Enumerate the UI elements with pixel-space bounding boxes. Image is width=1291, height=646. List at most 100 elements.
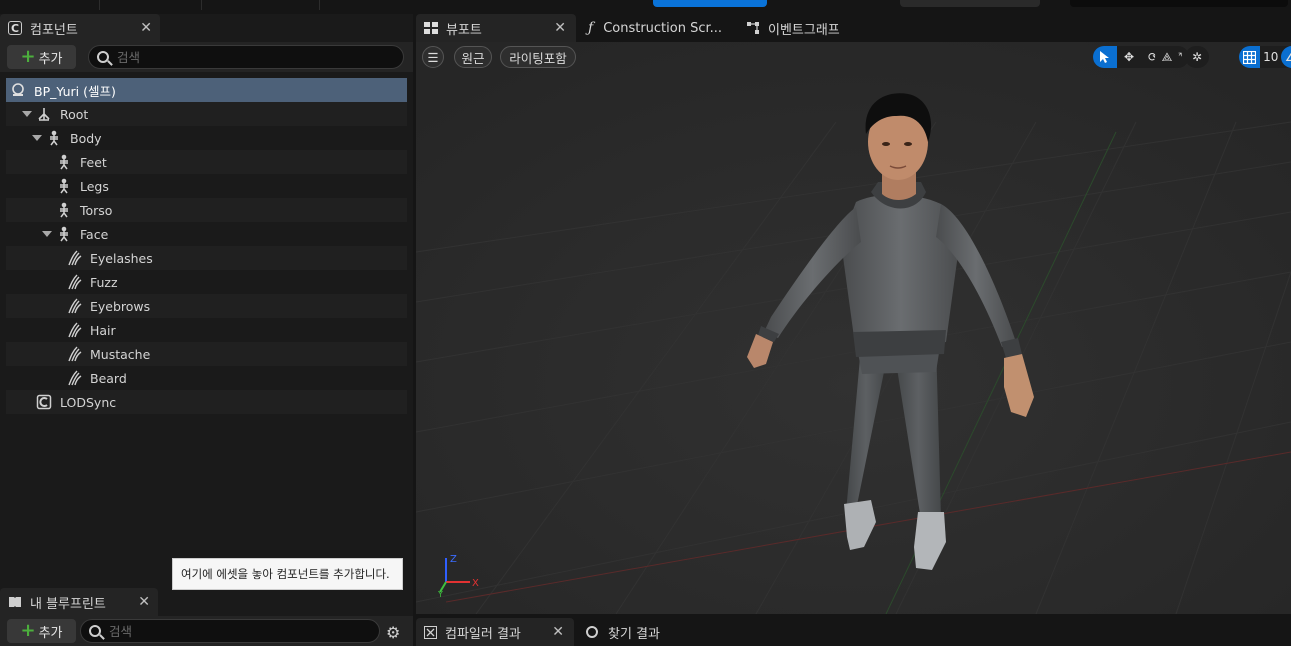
toolbar-search-box[interactable] bbox=[1070, 0, 1288, 7]
tree-item-legs[interactable]: Legs bbox=[6, 174, 407, 198]
tree-item-label: Fuzz bbox=[90, 274, 118, 290]
tree-item-eyebrows[interactable]: Eyebrows bbox=[6, 294, 407, 318]
move-icon[interactable]: ✥ bbox=[1117, 46, 1141, 68]
add-blueprint-item-button[interactable]: + 추가 bbox=[7, 619, 76, 643]
my-blueprint-toolbar: + 추가 ⚙ bbox=[0, 616, 413, 646]
groom-icon bbox=[66, 298, 82, 314]
toolbar-segment bbox=[100, 0, 202, 10]
my-blueprint-search[interactable] bbox=[80, 619, 380, 643]
search-icon bbox=[89, 625, 101, 637]
chevron-down-icon[interactable] bbox=[32, 135, 42, 141]
skeletal-mesh-icon bbox=[56, 154, 72, 170]
groom-icon bbox=[66, 370, 82, 386]
gear-icon[interactable]: ⚙ bbox=[386, 623, 400, 642]
viewport[interactable]: ☰ 원근 라이팅포함 ✥ ⟳ ⤢ ⟁ ✲ 10 ∠ Z X Y bbox=[416, 42, 1291, 614]
tree-item-label: Root bbox=[60, 106, 89, 122]
bottom-tab-bar: 컴파일러 결과 ✕ 찾기 결과 bbox=[416, 616, 1291, 646]
components-toolbar: + 추가 bbox=[0, 42, 413, 72]
my-blueprint-search-input[interactable] bbox=[109, 623, 369, 639]
close-icon[interactable]: ✕ bbox=[140, 20, 152, 36]
tab-compiler-results[interactable]: 컴파일러 결과 ✕ bbox=[416, 618, 574, 646]
skeletal-mesh-icon bbox=[56, 178, 72, 194]
skeletal-mesh-icon bbox=[46, 130, 62, 146]
chevron-down-icon[interactable] bbox=[42, 231, 52, 237]
tree-item-label: Eyebrows bbox=[90, 298, 151, 314]
tree-item-label: Beard bbox=[90, 370, 127, 386]
skeletal-mesh-icon bbox=[56, 226, 72, 242]
lighting-mode-button[interactable]: 라이팅포함 bbox=[500, 46, 576, 68]
groom-icon bbox=[66, 322, 82, 338]
grid-snap-value[interactable]: 10 bbox=[1260, 46, 1281, 68]
grid-snap-group: 10 ∠ bbox=[1239, 46, 1291, 68]
tree-item-label: Feet bbox=[80, 154, 107, 170]
tab-components[interactable]: C 컴포넌트 ✕ bbox=[0, 14, 160, 42]
add-component-button[interactable]: + 추가 bbox=[7, 45, 76, 69]
tab-find-results-label: 찾기 결과 bbox=[608, 626, 660, 642]
tree-item-label: LODSync bbox=[60, 394, 117, 410]
tree-item-hair[interactable]: Hair bbox=[6, 318, 407, 342]
tree-item-fuzz[interactable]: Fuzz bbox=[6, 270, 407, 294]
close-icon[interactable]: ✕ bbox=[138, 594, 150, 610]
blueprint-book-icon bbox=[8, 596, 22, 608]
axis-label-z: Z bbox=[450, 554, 457, 565]
event-graph-icon bbox=[746, 21, 760, 35]
tab-find-results[interactable]: 찾기 결과 bbox=[578, 618, 708, 646]
components-search[interactable] bbox=[88, 45, 404, 69]
tree-item-lodsync[interactable]: LODSync bbox=[6, 390, 407, 414]
viewport-scene bbox=[416, 42, 1291, 614]
drop-asset-tooltip: 여기에 에셋을 놓아 컴포넌트를 추가합니다. bbox=[172, 558, 403, 590]
plus-icon: + bbox=[20, 46, 36, 67]
compiler-results-icon bbox=[424, 625, 437, 639]
tree-item-face[interactable]: Face bbox=[6, 222, 407, 246]
close-icon[interactable]: ✕ bbox=[554, 20, 566, 36]
tab-construction-script-label: Construction Scr... bbox=[603, 20, 723, 36]
groom-icon bbox=[66, 250, 82, 266]
chevron-down-icon[interactable] bbox=[22, 111, 32, 117]
axis-gizmo: Z X Y bbox=[437, 554, 479, 598]
component-icon: C bbox=[8, 21, 22, 35]
groom-icon bbox=[66, 346, 82, 362]
tree-item-beard[interactable]: Beard bbox=[6, 366, 407, 390]
tab-compiler-results-label: 컴파일러 결과 bbox=[445, 626, 521, 642]
search-icon bbox=[586, 626, 598, 638]
tab-my-blueprint[interactable]: 내 블루프린트 ✕ bbox=[0, 588, 158, 616]
viewport-options-button[interactable]: ☰ bbox=[422, 46, 444, 68]
tree-item-torso[interactable]: Torso bbox=[6, 198, 407, 222]
platforms-button[interactable] bbox=[653, 0, 767, 7]
tab-event-graph[interactable]: 이벤트그래프 bbox=[738, 14, 898, 42]
groom-icon bbox=[66, 274, 82, 290]
tab-viewport-label: 뷰포트 bbox=[446, 22, 482, 38]
grid-snap-icon[interactable] bbox=[1239, 46, 1261, 68]
scene-root-icon bbox=[36, 106, 52, 122]
editor-tab-bar: 뷰포트 ✕ ƒ Construction Scr... 이벤트그래프 bbox=[416, 14, 1291, 42]
close-icon[interactable]: ✕ bbox=[552, 624, 564, 640]
main-toolbar-strip bbox=[0, 0, 1291, 12]
tree-item-feet[interactable]: Feet bbox=[6, 150, 407, 174]
tree-item-body[interactable]: Body bbox=[6, 126, 407, 150]
tree-item-bp-yuri[interactable]: BP_Yuri (셀프) bbox=[6, 78, 407, 102]
components-search-input[interactable] bbox=[117, 49, 377, 65]
tab-viewport[interactable]: 뷰포트 ✕ bbox=[416, 14, 576, 42]
surface-snap-icon[interactable]: ✲ bbox=[1185, 46, 1209, 68]
component-tree: BP_Yuri (셀프) Root Body Feet Legs Torso F… bbox=[6, 78, 407, 414]
component-icon bbox=[36, 394, 52, 410]
tree-item-label: Legs bbox=[80, 178, 109, 194]
tab-components-label: 컴포넌트 bbox=[30, 22, 78, 38]
tree-item-eyelashes[interactable]: Eyelashes bbox=[6, 246, 407, 270]
tab-construction-script[interactable]: ƒ Construction Scr... bbox=[580, 14, 740, 42]
coordinate-space-icon[interactable]: ⟁ bbox=[1155, 46, 1179, 68]
hamburger-icon: ☰ bbox=[427, 49, 439, 65]
toolbar-segment bbox=[202, 0, 320, 10]
function-icon: ƒ bbox=[588, 20, 594, 36]
tree-item-root[interactable]: Root bbox=[6, 102, 407, 126]
rotation-snap-icon[interactable]: ∠ bbox=[1281, 46, 1291, 68]
perspective-button[interactable]: 원근 bbox=[454, 46, 492, 68]
tree-item-label: Face bbox=[80, 226, 109, 242]
tree-item-label: Eyelashes bbox=[90, 250, 153, 266]
axis-label-y: Y bbox=[437, 590, 443, 598]
add-blueprint-item-label: 추가 bbox=[38, 625, 63, 641]
toolbar-dropdown[interactable] bbox=[900, 0, 1040, 7]
left-panel: C 컴포넌트 ✕ + 추가 BP_Yuri (셀프) Root bbox=[0, 14, 413, 646]
tree-item-mustache[interactable]: Mustache bbox=[6, 342, 407, 366]
select-cursor-icon[interactable] bbox=[1093, 46, 1117, 68]
